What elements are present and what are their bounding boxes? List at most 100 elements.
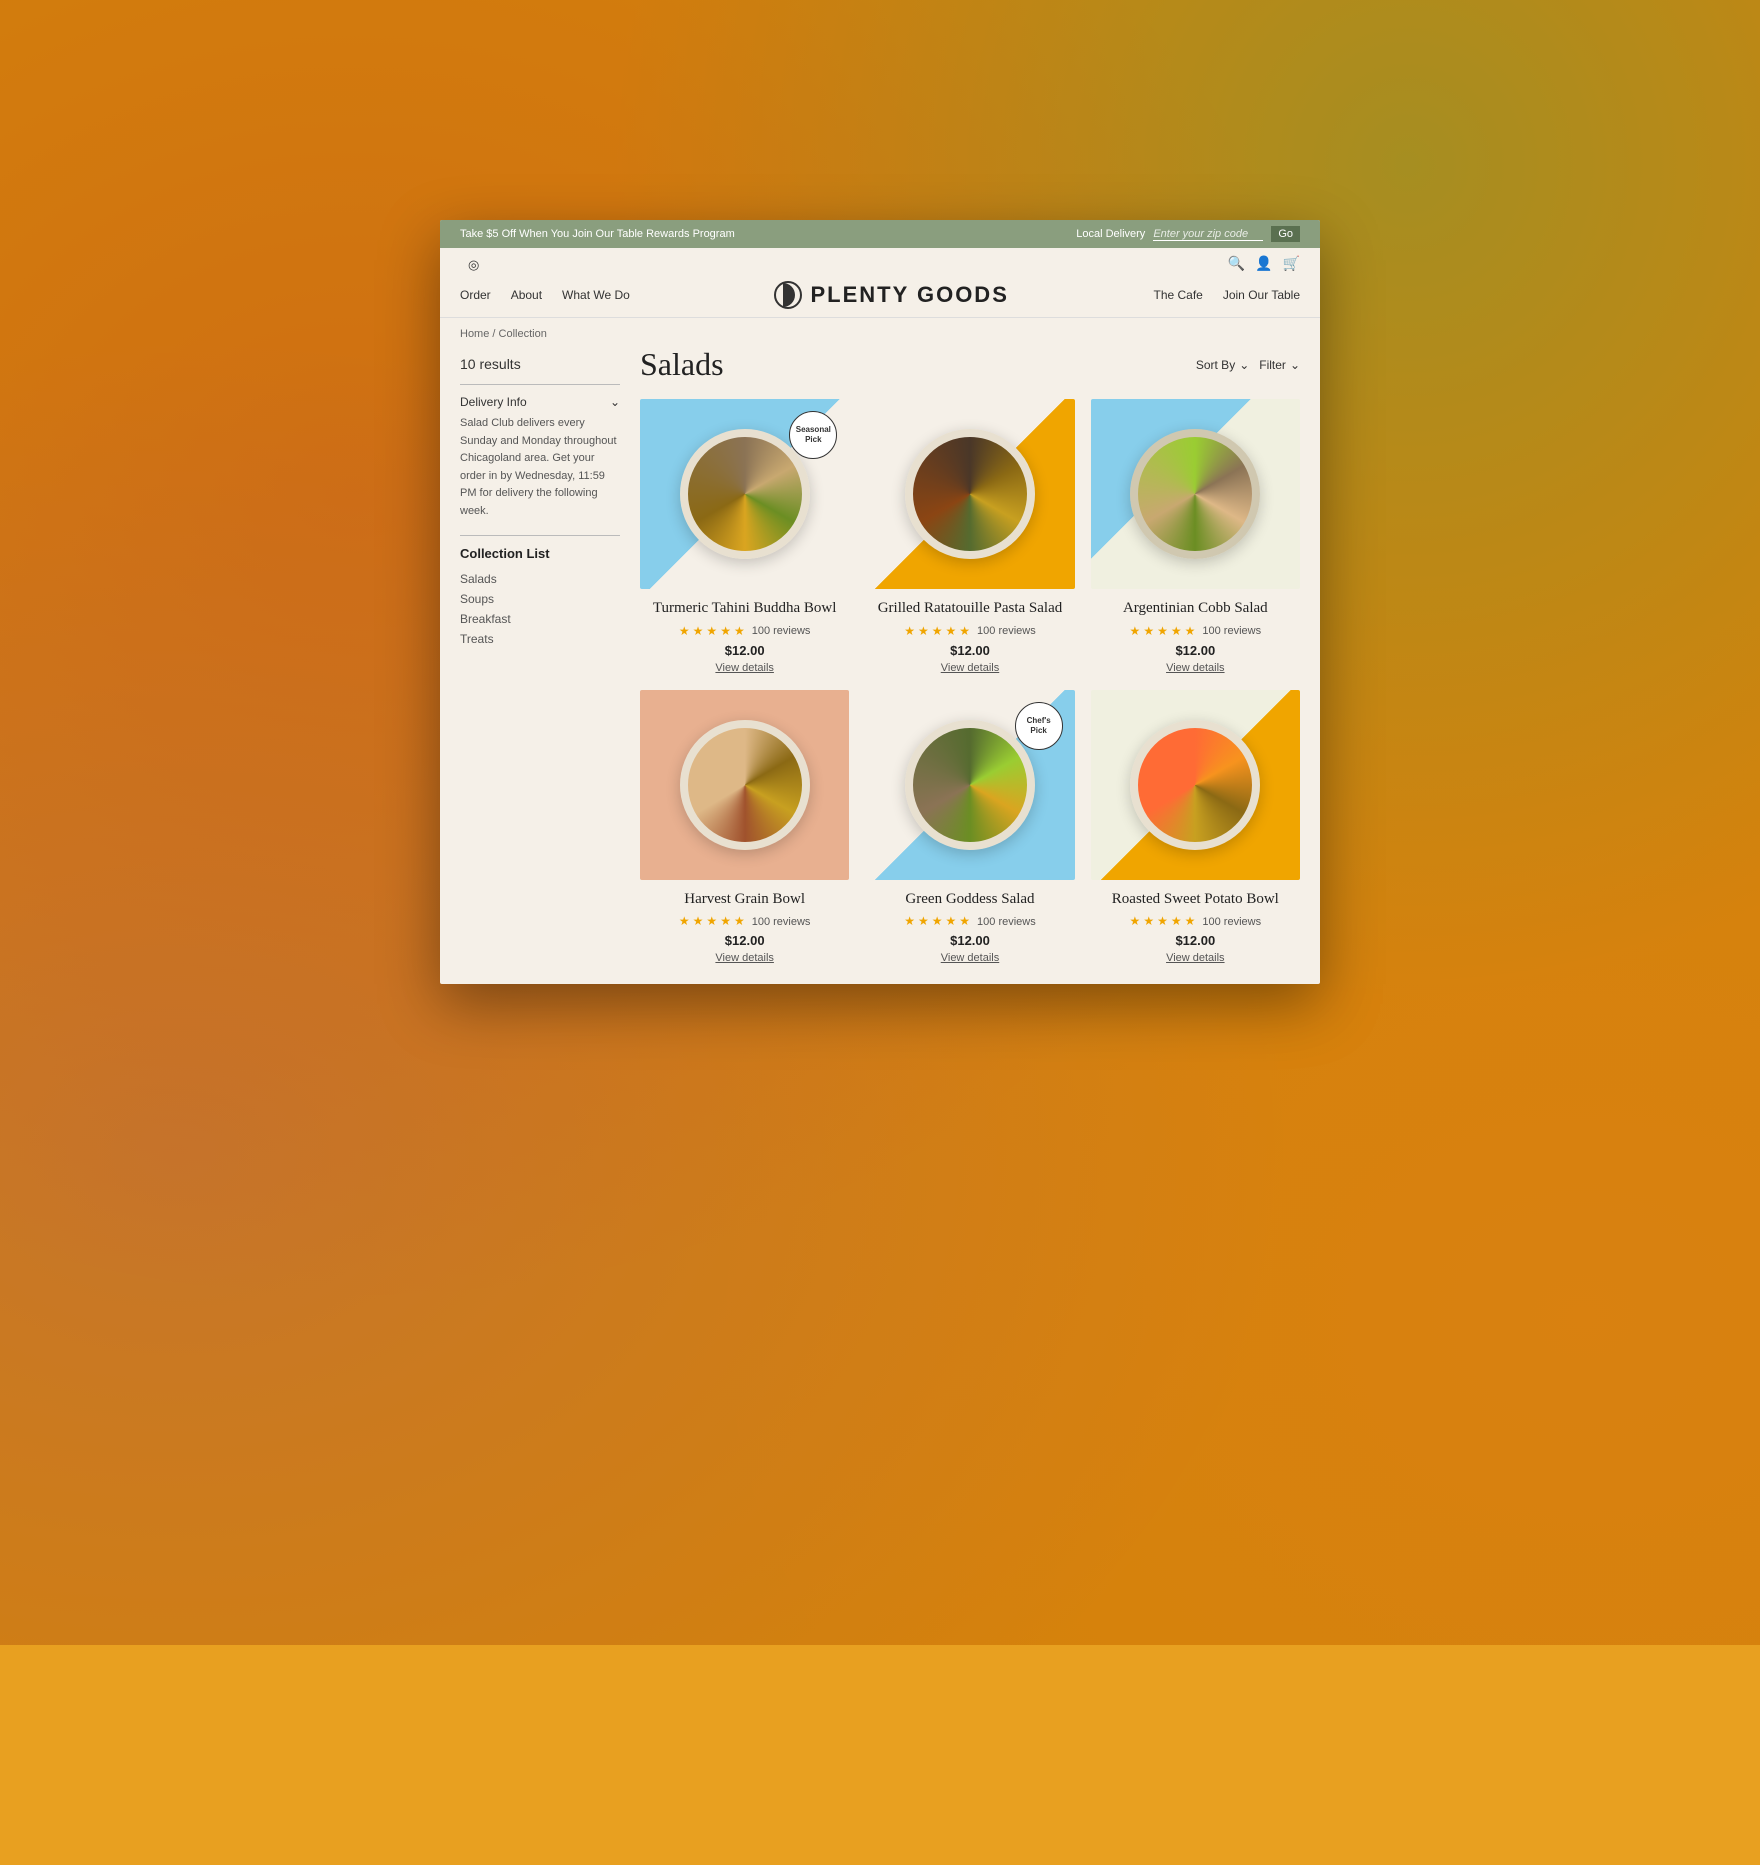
product-image-2 <box>865 399 1074 589</box>
header-nav: Order About What We Do PLENTY GOODS The … <box>460 277 1300 313</box>
star-4: ★ <box>946 914 957 929</box>
social-icons:  ◎ <box>460 257 479 273</box>
sort-button[interactable]: Sort By ⌄ <box>1196 358 1249 372</box>
search-icon[interactable]: 🔍 <box>1228 256 1245 273</box>
go-button[interactable]: Go <box>1271 226 1300 242</box>
product-card-4[interactable]: Harvest Grain Bowl ★ ★ ★ ★ ★ 100 reviews… <box>640 690 849 965</box>
sidebar-item-salads[interactable]: Salads <box>460 569 620 589</box>
reviews-count-3: 100 reviews <box>1202 625 1261 637</box>
delivery-label: Local Delivery <box>1076 228 1145 240</box>
product-name-6: Roasted Sweet Potato Bowl <box>1091 890 1300 910</box>
sidebar-item-soups[interactable]: Soups <box>460 589 620 609</box>
main-content: 10 results Delivery Info ⌄ Salad Club de… <box>440 346 1320 984</box>
product-image-6 <box>1091 690 1300 880</box>
product-name-5: Green Goddess Salad <box>865 890 1074 910</box>
view-details-3[interactable]: View details <box>1091 662 1300 674</box>
product-card-argentinian-cobb[interactable]: Argentinian Cobb Salad ★ ★ ★ ★ ★ 100 rev… <box>1091 399 1300 674</box>
nav-what-we-do[interactable]: What We Do <box>562 288 630 302</box>
reviews-count-1: 100 reviews <box>752 625 811 637</box>
header-top:  ◎ 🔍 👤 🛒 <box>460 256 1300 273</box>
nav-join[interactable]: Join Our Table <box>1223 288 1300 302</box>
product-price-1: $12.00 <box>640 643 849 658</box>
star-5: ★ <box>734 914 745 929</box>
delivery-section: Local Delivery Go <box>1076 226 1300 242</box>
star-4: ★ <box>946 624 957 639</box>
breadcrumb-separator: / <box>492 328 495 340</box>
star-2: ★ <box>1143 624 1154 639</box>
star-1: ★ <box>904 624 915 639</box>
sort-chevron-icon: ⌄ <box>1239 358 1249 372</box>
collection-list-title: Collection List <box>460 546 620 561</box>
star-5: ★ <box>1185 624 1196 639</box>
star-2: ★ <box>1143 914 1154 929</box>
product-name-2: Grilled Ratatouille Pasta Salad <box>865 599 1074 619</box>
instagram-icon[interactable]: ◎ <box>468 257 479 273</box>
app-window: Take $5 Off When You Join Our Table Rewa… <box>440 220 1320 984</box>
logo[interactable]: PLENTY GOODS <box>774 281 1008 309</box>
star-1: ★ <box>904 914 915 929</box>
nav-order[interactable]: Order <box>460 288 491 302</box>
products-header: Salads Sort By ⌄ Filter ⌄ <box>640 346 1300 383</box>
star-2: ★ <box>918 624 929 639</box>
nav-the-cafe[interactable]: The Cafe <box>1153 288 1202 302</box>
filter-chevron-icon: ⌄ <box>1290 358 1300 372</box>
filter-header[interactable]: Delivery Info ⌄ <box>460 395 620 409</box>
product-stars-5: ★ ★ ★ ★ ★ 100 reviews <box>865 914 1074 929</box>
header-actions: 🔍 👤 🛒 <box>1228 256 1300 273</box>
product-card-5[interactable]: Chef'sPick Green Goddess Salad ★ ★ ★ ★ ★… <box>865 690 1074 965</box>
zip-input[interactable] <box>1153 228 1263 241</box>
sidebar-item-treats[interactable]: Treats <box>460 629 620 649</box>
food-bowl-2 <box>905 429 1035 559</box>
product-stars-3: ★ ★ ★ ★ ★ 100 reviews <box>1091 624 1300 639</box>
reviews-count-6: 100 reviews <box>1202 916 1261 928</box>
food-bowl-4 <box>680 720 810 850</box>
product-card-grilled-ratatouille[interactable]: Grilled Ratatouille Pasta Salad ★ ★ ★ ★ … <box>865 399 1074 674</box>
product-image-4 <box>640 690 849 880</box>
product-name-4: Harvest Grain Bowl <box>640 890 849 910</box>
product-name-1: Turmeric Tahini Buddha Bowl <box>640 599 849 619</box>
account-icon[interactable]: 👤 <box>1255 256 1272 273</box>
product-card-6[interactable]: Roasted Sweet Potato Bowl ★ ★ ★ ★ ★ 100 … <box>1091 690 1300 965</box>
star-5: ★ <box>959 624 970 639</box>
star-3: ★ <box>706 914 717 929</box>
nav-about[interactable]: About <box>511 288 542 302</box>
seasonal-pick-badge: SeasonalPick <box>789 411 837 459</box>
star-3: ★ <box>932 914 943 929</box>
results-count: 10 results <box>460 356 620 372</box>
star-1: ★ <box>1130 624 1141 639</box>
filter-button[interactable]: Filter ⌄ <box>1259 358 1300 372</box>
star-1: ★ <box>1130 914 1141 929</box>
star-3: ★ <box>706 624 717 639</box>
product-image-5: Chef'sPick <box>865 690 1074 880</box>
view-details-2[interactable]: View details <box>865 662 1074 674</box>
breadcrumb-home[interactable]: Home <box>460 328 489 340</box>
page-title: Salads <box>640 346 724 383</box>
star-5: ★ <box>1185 914 1196 929</box>
cart-icon[interactable]: 🛒 <box>1283 256 1300 273</box>
star-3: ★ <box>1157 914 1168 929</box>
view-details-1[interactable]: View details <box>640 662 849 674</box>
view-details-4[interactable]: View details <box>640 952 849 964</box>
chefs-pick-badge: Chef'sPick <box>1015 702 1063 750</box>
reviews-count-2: 100 reviews <box>977 625 1036 637</box>
product-card-turmeric-tahini[interactable]: SeasonalPick Turmeric Tahini Buddha Bowl… <box>640 399 849 674</box>
food-bowl-3 <box>1130 429 1260 559</box>
breadcrumb: Home / Collection <box>440 318 1320 346</box>
product-name-3: Argentinian Cobb Salad <box>1091 599 1300 619</box>
rewards-text: Take $5 Off When You Join Our Table Rewa… <box>460 228 735 240</box>
filter-label: Filter <box>1259 358 1286 372</box>
star-1: ★ <box>679 914 690 929</box>
star-3: ★ <box>932 624 943 639</box>
product-price-4: $12.00 <box>640 933 849 948</box>
product-price-2: $12.00 <box>865 643 1074 658</box>
sort-label: Sort By <box>1196 358 1235 372</box>
reviews-count-4: 100 reviews <box>752 916 811 928</box>
filter-body: Salad Club delivers every Sunday and Mon… <box>460 415 620 521</box>
product-stars-6: ★ ★ ★ ★ ★ 100 reviews <box>1091 914 1300 929</box>
star-2: ★ <box>693 624 704 639</box>
star-5: ★ <box>734 624 745 639</box>
star-2: ★ <box>693 914 704 929</box>
view-details-6[interactable]: View details <box>1091 952 1300 964</box>
sidebar-item-breakfast[interactable]: Breakfast <box>460 609 620 629</box>
view-details-5[interactable]: View details <box>865 952 1074 964</box>
